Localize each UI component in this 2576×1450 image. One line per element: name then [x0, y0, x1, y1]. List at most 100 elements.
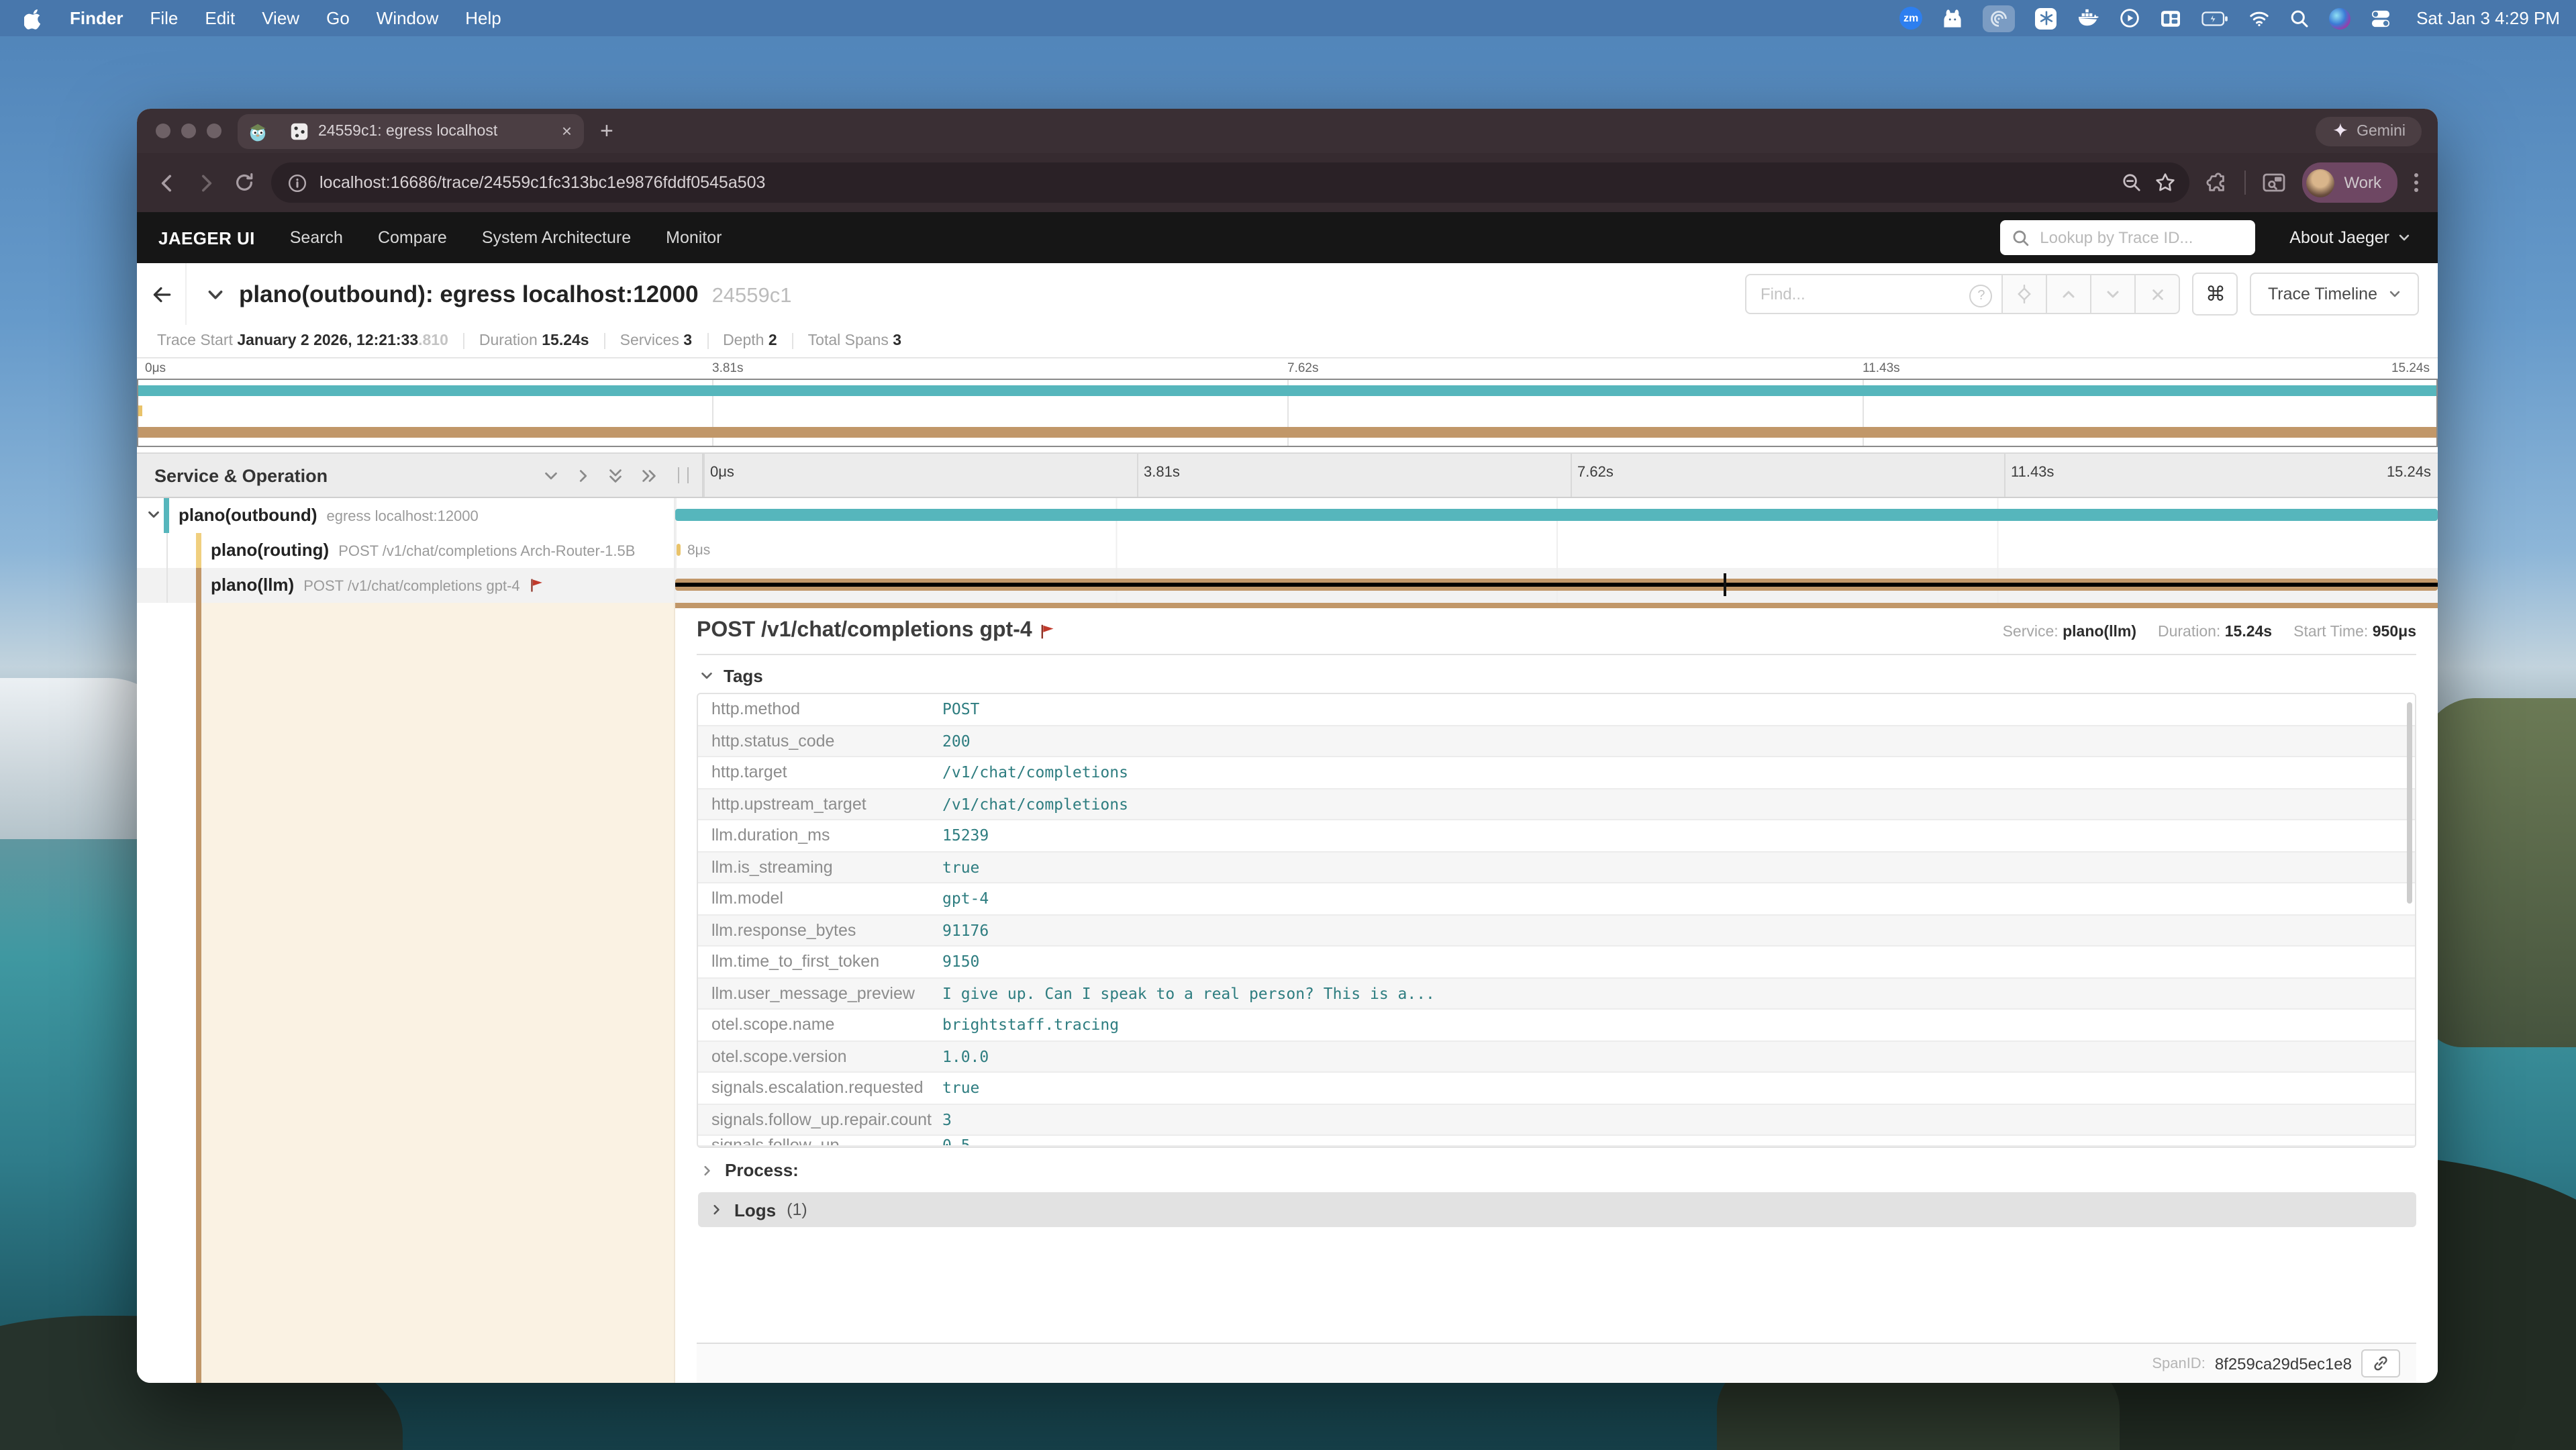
span-bar-llm[interactable]: [675, 579, 2438, 591]
view-mode-dropdown[interactable]: Trace Timeline: [2250, 273, 2419, 316]
find-help-icon[interactable]: ?: [1970, 285, 1993, 307]
nav-link-system-architecture[interactable]: System Architecture: [482, 228, 631, 247]
url-bar[interactable]: localhost:16686/trace/24559c1fc313bc1e98…: [271, 162, 2189, 203]
window-zoom-button[interactable]: [207, 124, 221, 138]
collapse-header-chevron-icon[interactable]: [205, 284, 226, 304]
tag-row[interactable]: http.upstream_target/v1/chat/completions: [698, 789, 2415, 820]
find-input[interactable]: [1747, 285, 2002, 303]
screen-recording-icon[interactable]: [1983, 5, 2015, 32]
zoom-out-page-icon[interactable]: [2121, 172, 2142, 193]
window-minimize-button[interactable]: [181, 124, 196, 138]
tag-row[interactable]: otel.scope.version1.0.0: [698, 1041, 2415, 1073]
browser-menu-icon[interactable]: [2414, 172, 2419, 193]
span-bar-outbound[interactable]: [675, 509, 2438, 521]
prev-result-button[interactable]: [2048, 274, 2092, 314]
tag-row[interactable]: llm.modelgpt-4: [698, 883, 2415, 915]
tag-row[interactable]: llm.response_bytes91176: [698, 915, 2415, 947]
span-name-cell[interactable]: plano(llm) POST /v1/chat/completions gpt…: [137, 568, 674, 603]
tag-row[interactable]: llm.is_streamingtrue: [698, 852, 2415, 883]
double-chevron-down-icon[interactable]: [607, 465, 624, 485]
trace-minimap[interactable]: 0μs 3.81s 7.62s 11.43s 15.24s: [137, 358, 2438, 454]
span-row-llm[interactable]: plano(llm) POST /v1/chat/completions gpt…: [137, 568, 2438, 603]
chevron-down-icon[interactable]: [542, 467, 560, 484]
new-tab-button[interactable]: +: [600, 117, 613, 144]
tag-row-clipped[interactable]: signals.follow_up…0.5…: [698, 1136, 2415, 1147]
trace-lookup-input[interactable]: [2037, 227, 2242, 248]
nav-link-compare[interactable]: Compare: [378, 228, 447, 247]
span-row-routing[interactable]: plano(routing) POST /v1/chat/completions…: [137, 533, 2438, 568]
menu-item-window[interactable]: Window: [363, 8, 452, 28]
tag-row[interactable]: http.target/v1/chat/completions: [698, 757, 2415, 789]
reload-icon[interactable]: [234, 172, 255, 193]
chevron-right-icon[interactable]: [575, 467, 592, 484]
collapse-children-chevron-icon[interactable]: [146, 508, 161, 522]
window-tiling-icon[interactable]: [2160, 9, 2181, 28]
profile-chip[interactable]: Work: [2302, 162, 2397, 203]
tag-row[interactable]: signals.escalation.requestedtrue: [698, 1073, 2415, 1104]
gemini-button[interactable]: Gemini: [2315, 116, 2422, 146]
battery-icon[interactable]: [2201, 10, 2228, 26]
browser-tab-active[interactable]: 24559c1: egress localhost ×: [278, 113, 584, 148]
docker-icon[interactable]: [2077, 8, 2099, 28]
span-bar-cell[interactable]: 8μs: [674, 533, 2438, 568]
window-close-button[interactable]: [156, 124, 170, 138]
span-bar-cell[interactable]: [674, 568, 2438, 603]
trace-lookup-box[interactable]: [1999, 220, 2255, 255]
spotlight-search-icon[interactable]: [2290, 9, 2309, 28]
logs-accordion-header[interactable]: Logs (1): [698, 1192, 2416, 1227]
tag-row[interactable]: http.status_code200: [698, 726, 2415, 757]
control-center-icon[interactable]: [2371, 9, 2391, 28]
menu-item-edit[interactable]: Edit: [191, 8, 248, 28]
apple-menu-icon[interactable]: [24, 7, 43, 29]
menu-clock[interactable]: Sat Jan 3 4:29 PM: [2416, 8, 2560, 28]
snowflake-app-icon[interactable]: [2035, 7, 2057, 29]
menu-app-name[interactable]: Finder: [56, 8, 136, 28]
tag-row[interactable]: llm.time_to_first_token9150: [698, 947, 2415, 978]
focus-span-button[interactable]: [2003, 274, 2048, 314]
keyboard-shortcuts-button[interactable]: ⌘: [2193, 273, 2238, 316]
span-bar-routing[interactable]: [677, 544, 681, 556]
tag-row[interactable]: llm.duration_ms15239: [698, 820, 2415, 852]
process-accordion-header[interactable]: Process:: [697, 1148, 2416, 1183]
menu-item-go[interactable]: Go: [313, 8, 363, 28]
span-name-cell[interactable]: plano(routing) POST /v1/chat/completions…: [137, 533, 674, 568]
back-to-search-button[interactable]: [137, 263, 187, 325]
tags-accordion-header[interactable]: Tags: [697, 663, 2416, 693]
clear-find-button[interactable]: [2136, 274, 2181, 314]
pinned-tab-gopher[interactable]: [238, 113, 278, 148]
jaeger-brand[interactable]: JAEGER UI: [158, 228, 255, 248]
span-name-cell[interactable]: plano(outbound) egress localhost:12000: [137, 498, 674, 533]
double-chevron-right-icon[interactable]: [639, 467, 659, 484]
about-jaeger-menu[interactable]: About Jaeger: [2289, 228, 2411, 247]
bookmark-star-icon[interactable]: [2154, 172, 2176, 193]
side-search-icon[interactable]: [2262, 172, 2286, 193]
play-circle-icon[interactable]: [2120, 8, 2140, 28]
extensions-icon[interactable]: [2206, 171, 2228, 194]
menu-item-view[interactable]: View: [248, 8, 313, 28]
log-marker-tick[interactable]: [1724, 573, 1726, 596]
zoom-app-icon[interactable]: zm: [1899, 7, 1922, 30]
copy-link-button[interactable]: [2361, 1349, 2400, 1378]
column-resize-handle[interactable]: [678, 467, 689, 483]
next-result-button[interactable]: [2092, 274, 2136, 314]
url-text[interactable]: localhost:16686/trace/24559c1fc313bc1e98…: [319, 173, 2109, 192]
siri-icon[interactable]: [2329, 7, 2350, 29]
nav-link-monitor[interactable]: Monitor: [666, 228, 722, 247]
back-icon[interactable]: [156, 171, 179, 194]
span-bar-cell[interactable]: [674, 498, 2438, 533]
find-box[interactable]: ?: [1746, 274, 2003, 314]
tag-row[interactable]: signals.follow_up.repair.count3: [698, 1104, 2415, 1136]
nav-link-search[interactable]: Search: [290, 228, 343, 247]
tag-row[interactable]: http.methodPOST: [698, 694, 2415, 726]
menu-item-file[interactable]: File: [136, 8, 191, 28]
minimap-canvas[interactable]: [137, 379, 2438, 447]
forward-icon[interactable]: [195, 171, 217, 194]
tag-row[interactable]: otel.scope.namebrightstaff.tracing: [698, 1010, 2415, 1041]
span-row-outbound[interactable]: plano(outbound) egress localhost:12000: [137, 498, 2438, 533]
tags-scrollbar[interactable]: [2407, 702, 2412, 904]
tab-close-icon[interactable]: ×: [562, 122, 572, 140]
trace-title-group[interactable]: plano(outbound): egress localhost:12000 …: [187, 280, 792, 308]
wifi-icon[interactable]: [2248, 10, 2270, 26]
minimap-range-selector[interactable]: [137, 379, 2438, 447]
menu-item-help[interactable]: Help: [452, 8, 515, 28]
